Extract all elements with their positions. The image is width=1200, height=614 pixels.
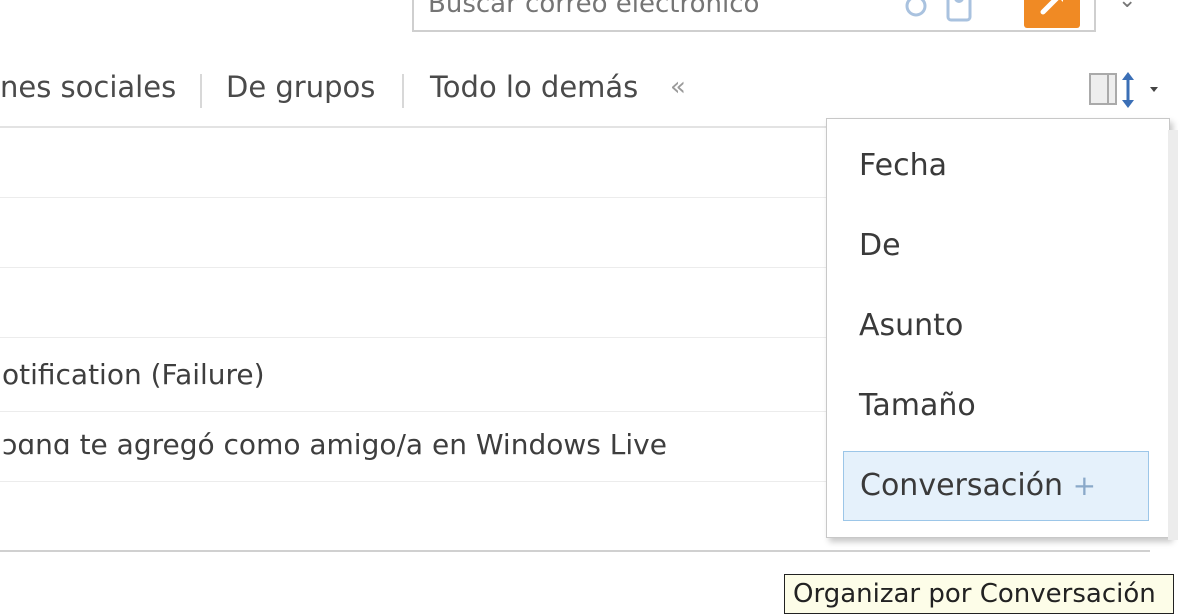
menu-item-label: Tamaño: [859, 388, 976, 423]
chevron-down-icon[interactable]: ⌄: [1118, 0, 1136, 13]
sort-by-conversation[interactable]: Conversación +: [843, 451, 1149, 521]
sort-menu: Fecha De Asunto Tamaño Conversación +: [826, 118, 1170, 538]
search-icon: [1040, 0, 1063, 15]
message-row[interactable]: [0, 268, 826, 338]
divider: [0, 550, 1150, 552]
filter-separator: [200, 74, 202, 108]
view-toggle-button[interactable]: [1088, 70, 1168, 110]
sort-by-from[interactable]: De: [843, 213, 1149, 279]
tooltip: Organizar por Conversación: [784, 574, 1174, 614]
message-subject: otification (Failure): [2, 358, 265, 391]
message-row[interactable]: otification (Failure): [0, 342, 826, 412]
sort-by-date[interactable]: Fecha: [843, 133, 1149, 199]
menu-item-label: Conversación: [860, 468, 1064, 503]
filter-groups[interactable]: De grupos: [226, 70, 375, 104]
sort-by-size[interactable]: Tamaño: [843, 373, 1149, 439]
people-icon[interactable]: [902, 0, 992, 33]
menu-item-label: De: [859, 228, 901, 263]
search-button[interactable]: [1024, 0, 1080, 28]
message-row[interactable]: ɔɑnɑ te agregó como amigo/a en Windows L…: [0, 412, 826, 482]
filter-everything-else[interactable]: Todo lo demás: [430, 70, 638, 104]
search-input[interactable]: [428, 0, 868, 28]
message-subject: ɔɑnɑ te agregó como amigo/a en Windows L…: [2, 428, 667, 461]
sort-by-subject[interactable]: Asunto: [843, 293, 1149, 359]
filter-bar: nes sociales De grupos Todo lo demás «: [0, 66, 820, 114]
message-row[interactable]: [0, 128, 826, 198]
menu-item-label: Asunto: [859, 308, 964, 343]
collapse-filters-button[interactable]: «: [670, 72, 686, 102]
view-toggle-icon: [1089, 72, 1158, 108]
scrollbar[interactable]: [1168, 130, 1178, 540]
filter-social[interactable]: nes sociales: [0, 70, 176, 104]
filter-separator: [402, 74, 404, 108]
plus-icon: +: [1072, 469, 1097, 502]
menu-item-label: Fecha: [859, 148, 947, 183]
message-row[interactable]: [0, 198, 826, 268]
search-box: [412, 0, 1096, 32]
message-row[interactable]: [0, 482, 826, 552]
